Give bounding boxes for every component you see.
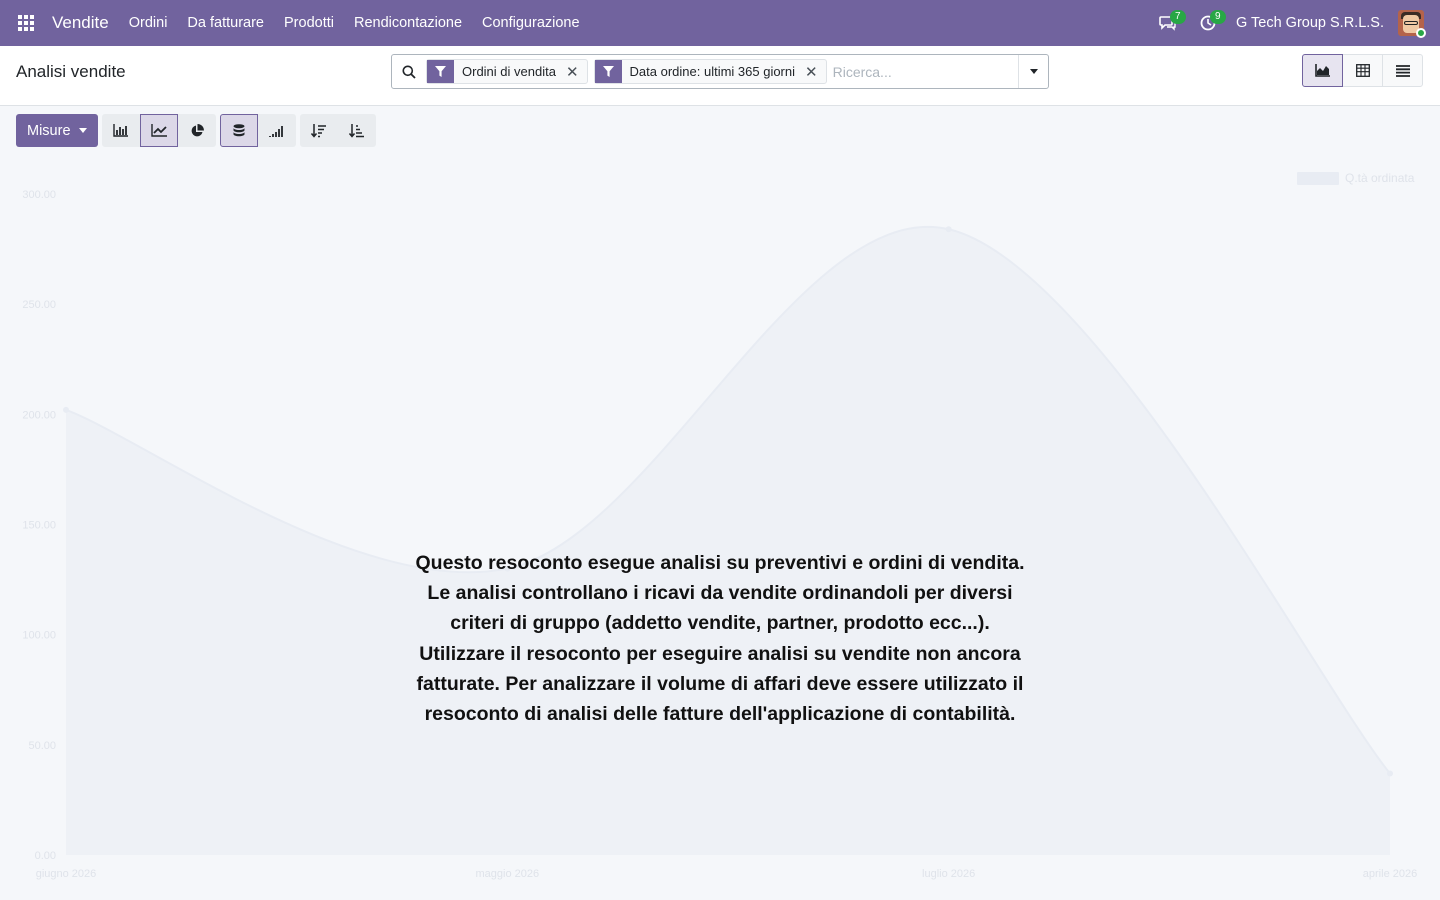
data-point[interactable]	[1387, 770, 1393, 777]
filter-icon	[427, 60, 454, 83]
x-tick-label: aprile 2026	[1363, 868, 1417, 880]
sort-desc-icon	[311, 123, 327, 138]
pie-chart-button[interactable]	[177, 114, 216, 147]
y-tick-label: 0.00	[35, 850, 56, 862]
messages-count-badge: 7	[1169, 10, 1186, 24]
menu-item-rendicontazione[interactable]: Rendicontazione	[344, 0, 472, 46]
presence-status-dot	[1416, 28, 1426, 38]
company-switcher[interactable]: G Tech Group S.R.L.S.	[1236, 15, 1384, 31]
legend-swatch[interactable]	[1297, 172, 1339, 185]
search-bar: Ordini di vendita ✕ Data ordine: ultimi …	[391, 54, 1049, 89]
y-tick-label: 300.00	[22, 189, 56, 201]
sales-area-chart: 0.00 50.00 100.00 150.00 200.00 250.00 300.00 g…	[22, 171, 1417, 880]
facet-label: Data ordine: ultimi 365 giorni	[629, 64, 796, 79]
activities-count-badge: 9	[1209, 10, 1226, 24]
pie-chart-icon	[191, 123, 204, 136]
y-tick-label: 250.00	[22, 299, 56, 311]
menu-item-configurazione[interactable]: Configurazione	[472, 0, 590, 46]
legend-label[interactable]: Q.tà ordinata	[1345, 171, 1415, 185]
menu-item-prodotti[interactable]: Prodotti	[274, 0, 344, 46]
main-menu: Ordini Da fatturare Prodotti Rendicontaz…	[119, 0, 590, 46]
x-tick-label: giugno 2026	[36, 868, 97, 880]
y-tick-label: 100.00	[22, 630, 56, 642]
y-tick-label: 200.00	[22, 409, 56, 421]
stacked-button[interactable]	[219, 114, 258, 147]
sort-group	[299, 114, 376, 147]
area-chart-icon	[1315, 64, 1330, 77]
caret-down-icon	[78, 128, 87, 133]
filter-icon	[594, 60, 622, 83]
series-area	[66, 226, 1390, 855]
search-facet-ordini-di-vendita: Ordini di vendita ✕	[426, 59, 588, 84]
menu-item-ordini[interactable]: Ordini	[119, 0, 178, 46]
x-tick-label: maggio 2026	[476, 868, 540, 880]
messaging-button[interactable]: 7	[1148, 0, 1188, 46]
graph-view-button[interactable]	[1302, 54, 1343, 87]
database-icon	[233, 123, 245, 136]
menu-item-da-fatturare[interactable]: Da fatturare	[177, 0, 274, 46]
graph-toolbar: Misure	[16, 114, 380, 147]
line-chart-button[interactable]	[139, 114, 178, 147]
y-tick-label: 50.00	[28, 740, 56, 752]
apps-menu-icon[interactable]	[0, 0, 52, 46]
signal-icon	[269, 125, 283, 137]
top-navbar: Vendite Ordini Da fatturare Prodotti Ren…	[0, 0, 1440, 46]
app-name[interactable]: Vendite	[52, 13, 109, 33]
page-title: Analisi vendite	[16, 62, 126, 81]
control-panel: Analisi vendite Ordini di vendita ✕ Data…	[0, 46, 1440, 106]
chart-type-group	[101, 114, 216, 147]
cumulative-button[interactable]	[257, 114, 296, 147]
help-message: Questo resoconto esegue analisi su preve…	[415, 552, 1025, 726]
facet-remove-icon[interactable]: ✕	[564, 63, 587, 81]
sort-asc-icon	[349, 123, 365, 138]
caret-down-icon	[1029, 69, 1038, 74]
graph-area: 0.00 50.00 100.00 150.00 200.00 250.00 300.00 g…	[0, 160, 1440, 900]
line-chart-icon	[150, 124, 167, 137]
x-tick-label: luglio 2026	[922, 868, 975, 880]
activities-button[interactable]: 9	[1188, 0, 1228, 46]
search-input[interactable]	[832, 56, 1018, 87]
table-icon	[1355, 64, 1370, 77]
navbar-systray: 7 9 G Tech Group S.R.L.S.	[1148, 0, 1440, 46]
sort-descending-button[interactable]	[299, 114, 338, 147]
facet-remove-icon[interactable]: ✕	[803, 63, 826, 81]
facet-label: Ordini di vendita	[462, 64, 556, 79]
sort-ascending-button[interactable]	[337, 114, 376, 147]
view-switcher	[1302, 54, 1423, 87]
bar-chart-icon	[113, 124, 129, 137]
list-icon	[1395, 64, 1410, 77]
bar-chart-button[interactable]	[101, 114, 140, 147]
data-point[interactable]	[945, 226, 952, 233]
pivot-view-button[interactable]	[1342, 54, 1383, 87]
search-options-toggle[interactable]	[1018, 55, 1048, 88]
search-icon[interactable]	[392, 65, 426, 79]
search-facet-data-ordine: Data ordine: ultimi 365 giorni ✕	[593, 59, 827, 84]
measures-dropdown[interactable]: Misure	[16, 114, 98, 147]
list-view-button[interactable]	[1382, 54, 1423, 87]
data-point[interactable]	[63, 406, 69, 413]
y-tick-label: 150.00	[22, 520, 56, 532]
chart-options-group	[219, 114, 296, 147]
measures-label: Misure	[27, 122, 71, 139]
